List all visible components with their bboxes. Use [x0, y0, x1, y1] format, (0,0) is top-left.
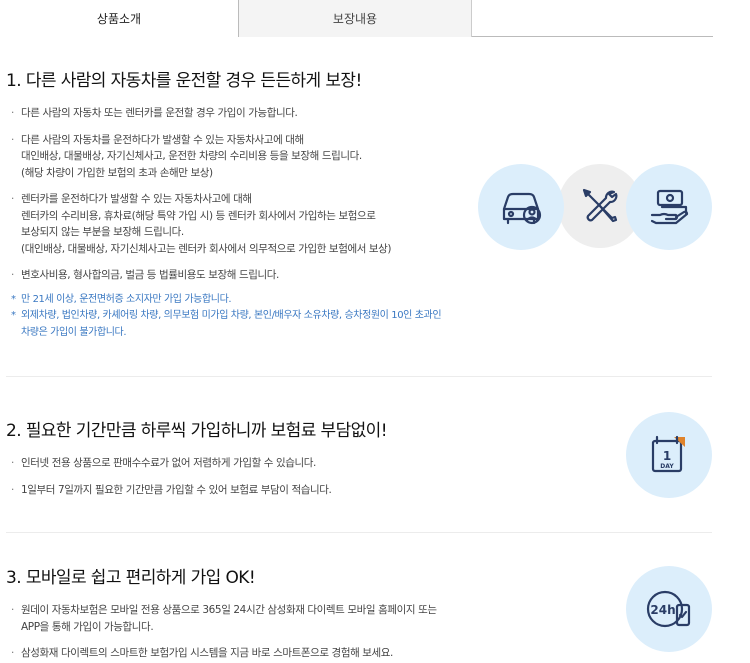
list-item: 1일부터 7일까지 필요한 기간만큼 가입할 수 있어 보험료 부담이 적습니다… [6, 482, 506, 499]
money-hand-icon [650, 189, 689, 225]
section-2: 2. 필요한 기간만큼 하루씩 가입하니까 보험료 부담없이! 인터넷 전용 상… [6, 416, 506, 508]
24h-phone-icon: 24h [646, 590, 691, 628]
calendar-icon-circle: 1 DAY [626, 412, 712, 498]
section-1: 1. 다른 사람의 자동차를 운전할 경우 든든하게 보장! 다른 사람의 자동… [6, 66, 506, 341]
list-item: 변호사비용, 형사합의금, 벌금 등 법률비용도 보장해 드립니다. [6, 267, 506, 284]
calendar-day-label: DAY [660, 463, 674, 470]
section-1-bullets: 다른 사람의 자동차 또는 렌터카를 운전할 경우 가입이 가능합니다. 다른 … [6, 105, 506, 284]
section-divider [6, 376, 712, 377]
car-icon-circle [478, 164, 564, 250]
tab-coverage[interactable]: 보장내용 [239, 0, 472, 37]
section-2-bullets: 인터넷 전용 상품으로 판매수수료가 없어 저렴하게 가입할 수 있습니다. 1… [6, 455, 506, 498]
list-item: 원데이 자동차보험은 모바일 전용 상품으로 365일 24시간 삼성화재 다이… [6, 602, 516, 635]
section-1-title: 1. 다른 사람의 자동차를 운전할 경우 든든하게 보장! [6, 71, 362, 91]
section-divider [6, 532, 712, 533]
section-3-bullets: 원데이 자동차보험은 모바일 전용 상품으로 365일 24시간 삼성화재 다이… [6, 602, 516, 662]
wrench-screwdriver-icon [582, 188, 618, 223]
calendar-1-day-icon: 1 DAY [651, 435, 685, 473]
section-3: 3. 모바일로 쉽고 편리하게 가입 OK! 원데이 자동차보험은 모바일 전용… [6, 563, 516, 663]
list-item: 삼성화재 다이렉트의 스마트한 보험가입 시스템을 지금 바로 스마트폰으로 경… [6, 645, 516, 662]
list-item: 렌터카를 운전하다가 발생할 수 있는 자동차사고에 대해 렌터카의 수리비용,… [6, 191, 506, 257]
list-item: 인터넷 전용 상품으로 판매수수료가 없어 저렴하게 가입할 수 있습니다. [6, 455, 506, 472]
note-item: 외제차량, 법인차량, 카셰어링 차량, 의무보험 미가입 차량, 본인/배우자… [6, 308, 506, 341]
list-item: 다른 사람의 자동차 또는 렌터카를 운전할 경우 가입이 가능합니다. [6, 105, 506, 122]
money-icon-circle [626, 164, 712, 250]
tab-product-intro[interactable]: 상품소개 [0, 0, 239, 37]
clock-icon-circle: 24h [626, 566, 712, 652]
section-1-notes: 만 21세 이상, 운전면허증 소지자만 가입 가능합니다. 외제차량, 법인차… [6, 292, 506, 342]
calendar-number: 1 [663, 449, 671, 463]
section-3-title: 3. 모바일로 쉽고 편리하게 가입 OK! [6, 568, 256, 588]
clock-label: 24h [650, 603, 675, 617]
car-driver-icon [502, 192, 542, 225]
list-item: 다른 사람의 자동차를 운전하다가 발생할 수 있는 자동차사고에 대해 대인배… [6, 132, 506, 182]
note-item: 만 21세 이상, 운전면허증 소지자만 가입 가능합니다. [6, 292, 506, 309]
tab-bar: 상품소개 보장내용 [0, 0, 713, 37]
section-2-title: 2. 필요한 기간만큼 하루씩 가입하니까 보험료 부담없이! [6, 421, 388, 441]
